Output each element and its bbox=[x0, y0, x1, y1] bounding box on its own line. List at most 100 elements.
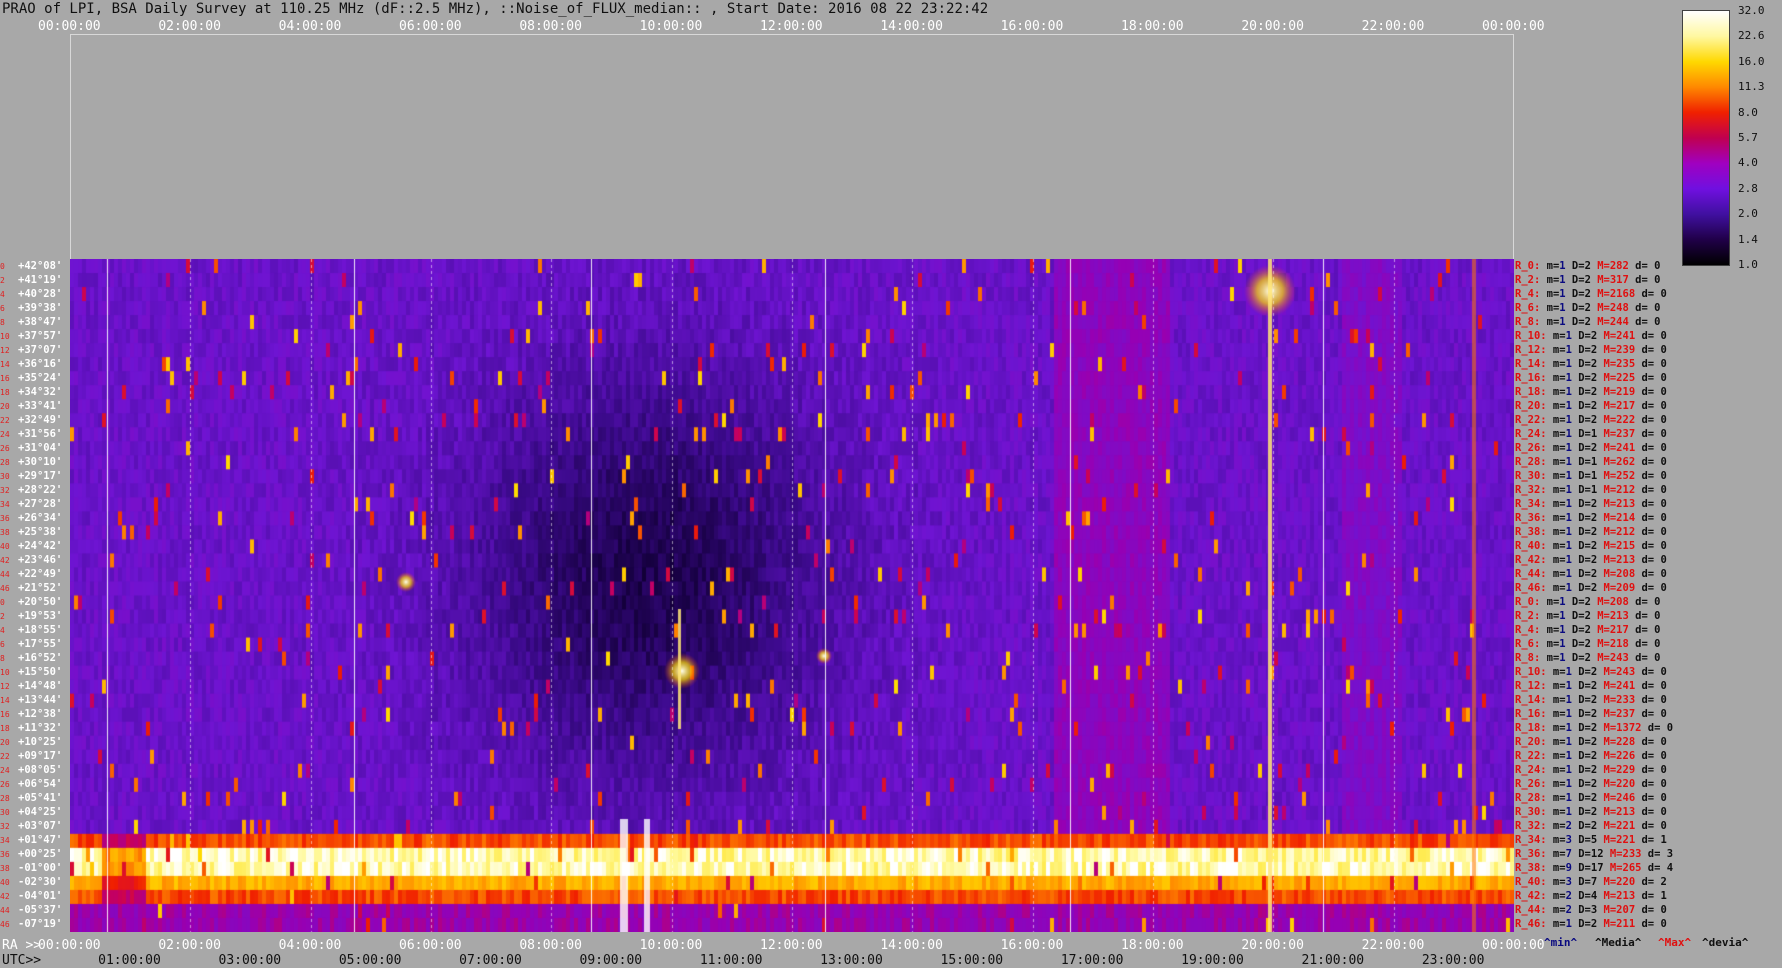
stat-r: R_44: bbox=[1515, 904, 1547, 916]
stat-key: m= bbox=[1546, 456, 1566, 468]
stat-M: 252 bbox=[1616, 470, 1636, 482]
stat-key: M= bbox=[1590, 316, 1610, 328]
row-stat: R_28: m=1 D=1 M=262 d= 0 bbox=[1515, 457, 1667, 468]
stat-key: M= bbox=[1597, 484, 1617, 496]
stat-key: M= bbox=[1597, 498, 1617, 510]
stat-r: R_14: bbox=[1515, 358, 1547, 370]
stat-M: 209 bbox=[1616, 582, 1636, 594]
row-stat: R_34: m=1 D=2 M=213 d= 0 bbox=[1515, 499, 1667, 510]
stat-M: 208 bbox=[1616, 568, 1636, 580]
row-number: 16 bbox=[0, 374, 10, 383]
stat-key: D= bbox=[1571, 778, 1591, 790]
utc-tick-label: 21:00:00 bbox=[1301, 953, 1365, 968]
stat-key: m= bbox=[1546, 554, 1566, 566]
ra-tick-label: 14:00:00 bbox=[880, 938, 943, 953]
stat-key: D= bbox=[1565, 652, 1585, 664]
row-stat: R_10: m=1 D=2 M=243 d= 0 bbox=[1515, 667, 1667, 678]
row-stat: R_20: m=1 D=2 M=228 d= 0 bbox=[1515, 737, 1667, 748]
stat-key: D= bbox=[1571, 876, 1591, 888]
stat-key: d= bbox=[1628, 638, 1655, 650]
stat-key: M= bbox=[1597, 386, 1617, 398]
stat-d: 0 bbox=[1660, 470, 1667, 482]
stat-M: 212 bbox=[1616, 526, 1636, 538]
declination-label: +34°32' bbox=[18, 386, 63, 398]
stat-key: D= bbox=[1571, 848, 1591, 860]
stat-key: D= bbox=[1571, 414, 1591, 426]
stat-r: R_36: bbox=[1515, 512, 1547, 524]
stat-key: M= bbox=[1597, 806, 1617, 818]
stat-d: 0 bbox=[1660, 428, 1667, 440]
stat-key: d= bbox=[1635, 834, 1661, 846]
stat-M: 235 bbox=[1616, 358, 1636, 370]
stat-M: 243 bbox=[1609, 652, 1629, 664]
row-number: 12 bbox=[0, 682, 10, 691]
row-stat: R_30: m=1 D=2 M=213 d= 0 bbox=[1515, 807, 1667, 818]
stat-r: R_34: bbox=[1515, 834, 1547, 846]
stat-key: M= bbox=[1590, 596, 1610, 608]
row-stat: R_46: m=1 D=2 M=209 d= 0 bbox=[1515, 583, 1667, 594]
stat-key: d= bbox=[1635, 526, 1661, 538]
stat-key: D= bbox=[1571, 890, 1591, 902]
row-number: 22 bbox=[0, 416, 10, 425]
stat-key: D= bbox=[1571, 470, 1591, 482]
declination-label: +15°50' bbox=[18, 666, 63, 678]
declination-label: +16°52' bbox=[18, 652, 63, 664]
stat-key: M= bbox=[1590, 638, 1610, 650]
stat-M: 214 bbox=[1616, 512, 1636, 524]
declination-label: +36°16' bbox=[18, 358, 63, 370]
top-tick-label: 12:00:00 bbox=[760, 19, 823, 34]
top-tick-label: 06:00:00 bbox=[399, 19, 462, 34]
stat-M: 241 bbox=[1616, 442, 1636, 454]
stat-key: M= bbox=[1597, 918, 1617, 930]
stat-d: 3 bbox=[1666, 848, 1674, 860]
declination-label: -04°01' bbox=[18, 890, 63, 902]
stat-key: M= bbox=[1590, 652, 1610, 664]
stat-key: D= bbox=[1571, 680, 1591, 692]
declination-label: +22°49' bbox=[18, 568, 63, 580]
stat-d: 0 bbox=[1660, 918, 1667, 930]
colorbar-tick: 32.0 bbox=[1738, 4, 1765, 17]
stat-key: M= bbox=[1590, 302, 1610, 314]
ra-axis-label: RA >> bbox=[2, 938, 42, 953]
stat-key: M= bbox=[1597, 358, 1617, 370]
stat-M: 243 bbox=[1616, 666, 1636, 678]
stat-r: R_26: bbox=[1515, 442, 1547, 454]
stat-d: 0 bbox=[1660, 386, 1667, 398]
declination-label: +08°05' bbox=[18, 764, 63, 776]
utc-tick-label: 03:00:00 bbox=[218, 953, 282, 968]
stat-key: d= bbox=[1635, 680, 1661, 692]
stat-key: m= bbox=[1546, 820, 1566, 832]
stat-key: M= bbox=[1590, 288, 1610, 300]
stat-d: 0 bbox=[1660, 330, 1667, 342]
row-number: 10 bbox=[0, 332, 10, 341]
row-stat: R_16: m=1 D=2 M=237 d= 0 bbox=[1515, 709, 1667, 720]
stat-M: 211 bbox=[1616, 918, 1636, 930]
stat-M: 1372 bbox=[1616, 722, 1642, 734]
stat-key: D= bbox=[1571, 358, 1591, 370]
stat-key: D= bbox=[1571, 428, 1591, 440]
stat-key: d= bbox=[1641, 862, 1667, 874]
stat-key: M= bbox=[1590, 260, 1610, 272]
stat-key: d= bbox=[1635, 904, 1661, 916]
ra-tick-label: 16:00:00 bbox=[1000, 938, 1064, 953]
colorbar-tick: 2.0 bbox=[1738, 207, 1758, 221]
legend-dev: ^devia^ bbox=[1702, 936, 1749, 949]
stat-key: D= bbox=[1571, 512, 1591, 524]
declination-label: +14°48' bbox=[18, 680, 63, 692]
declination-label: +00°25' bbox=[18, 848, 63, 860]
stat-key: m= bbox=[1540, 596, 1560, 608]
stat-key: D= bbox=[1565, 638, 1585, 650]
stat-r: R_0: bbox=[1515, 260, 1541, 272]
stat-M: 220 bbox=[1616, 778, 1636, 790]
stat-key: m= bbox=[1546, 806, 1566, 818]
declination-label: +23°46' bbox=[18, 554, 63, 566]
stat-key: D= bbox=[1571, 666, 1591, 678]
stat-key: M= bbox=[1597, 666, 1617, 678]
stat-key: D= bbox=[1571, 526, 1591, 538]
stat-d: 4 bbox=[1666, 862, 1674, 874]
row-number: 26 bbox=[0, 780, 10, 789]
declination-label: +13°44' bbox=[18, 694, 63, 706]
row-number: 26 bbox=[0, 444, 10, 453]
row-stat: R_4: m=1 D=2 M=2168 d= 0 bbox=[1515, 289, 1667, 300]
stat-key: m= bbox=[1546, 568, 1566, 580]
